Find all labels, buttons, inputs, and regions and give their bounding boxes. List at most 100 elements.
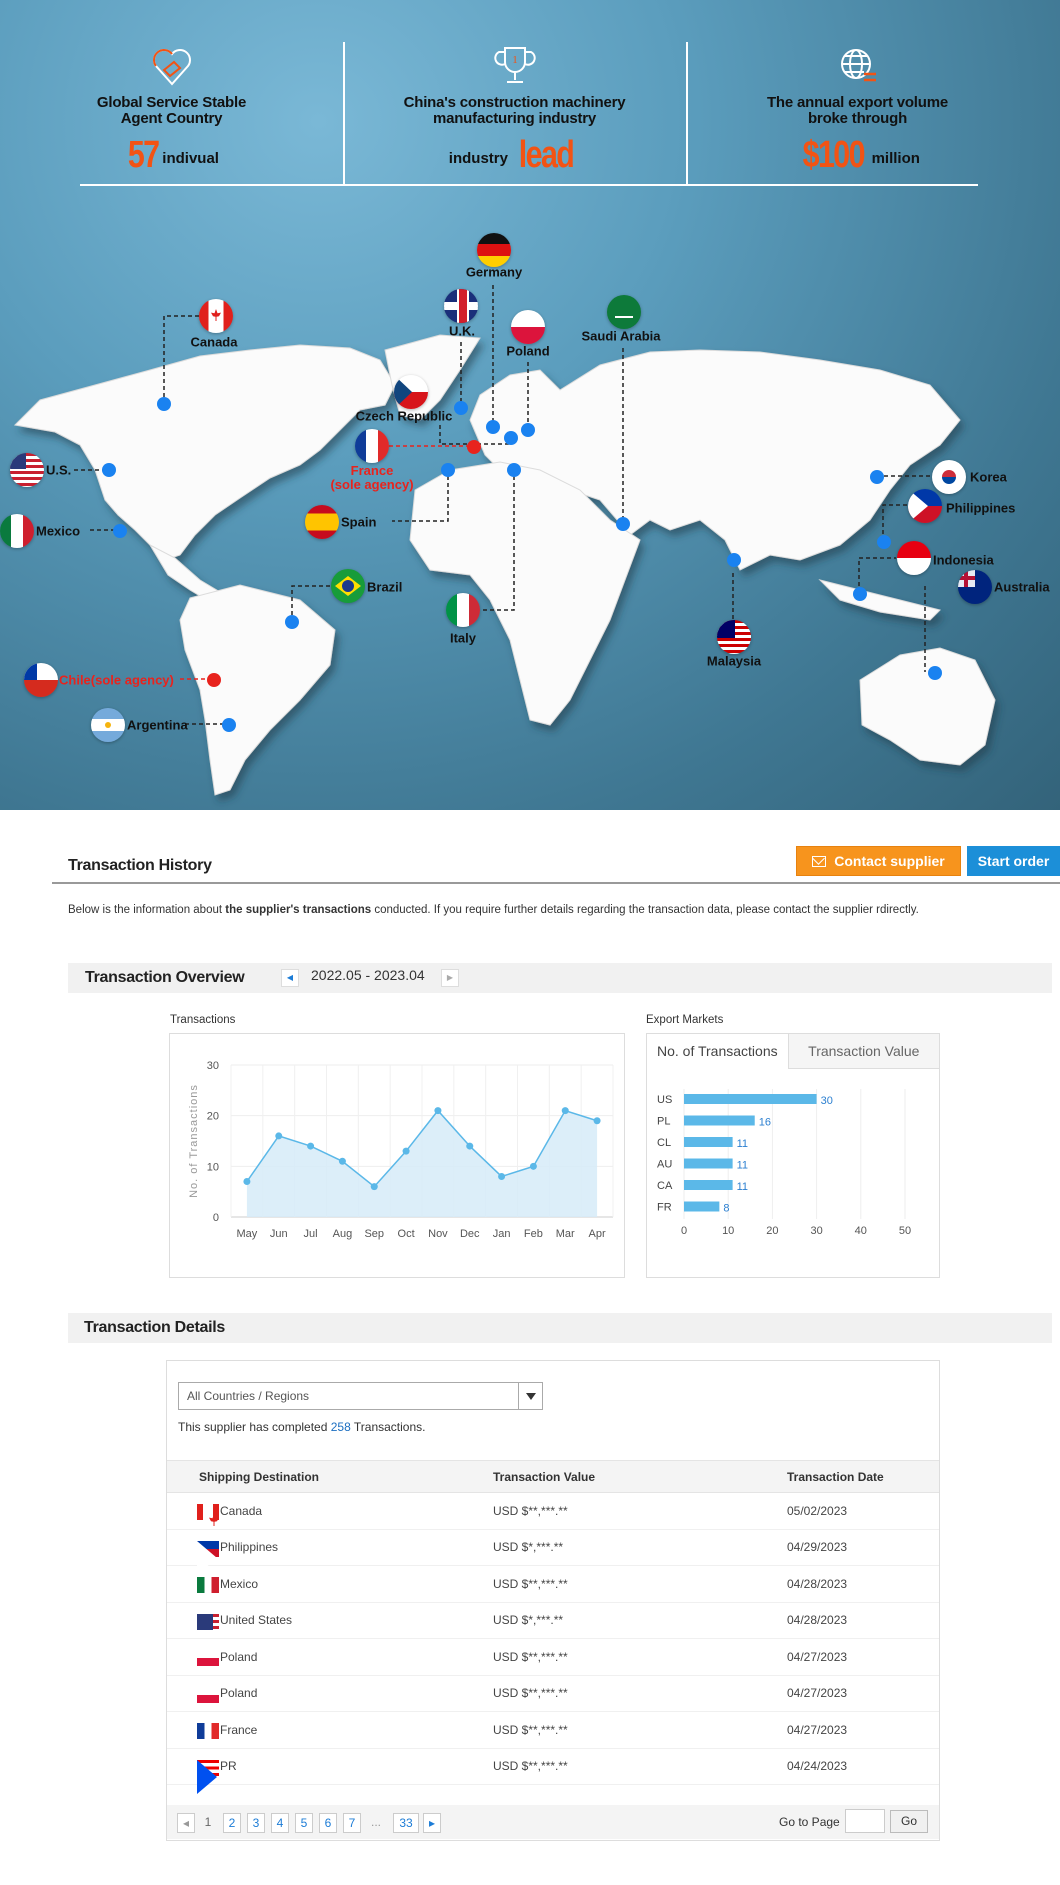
transaction-count-text: This supplier has completed 258 Transact…	[178, 1420, 425, 1434]
marker-label-australia: Australia	[994, 579, 1050, 595]
page-button[interactable]: 2	[223, 1813, 241, 1833]
table-row: Mexico USD $**,***.** 04/28/2023	[167, 1566, 939, 1603]
flag-indonesia-icon	[897, 541, 931, 575]
flag-argentina-icon	[91, 708, 125, 742]
marker-label-chile: Chile(sole agency)	[59, 672, 174, 688]
data-point	[307, 1142, 315, 1150]
x-tick-label: Feb	[524, 1228, 543, 1240]
location-dot-poland	[521, 423, 535, 437]
column-header-date: Transaction Date	[787, 1469, 884, 1484]
export-markets-box: No. of Transactions Transaction Value 01…	[646, 1033, 940, 1278]
data-point	[434, 1107, 442, 1115]
chevron-down-icon[interactable]	[518, 1383, 542, 1409]
table-row: Canada USD $**,***.** 05/02/2023	[167, 1493, 939, 1530]
location-dot-uk	[454, 401, 468, 415]
x-tick-label: Jan	[493, 1228, 511, 1240]
go-button[interactable]: Go	[890, 1810, 928, 1833]
marker-label-philippines: Philippines	[946, 500, 1016, 516]
marker-label-france-note: (sole agency)	[330, 477, 414, 492]
stat-number: $100	[802, 134, 866, 176]
marker-label-korea: Korea	[970, 469, 1007, 485]
x-tick-label: May	[237, 1228, 258, 1240]
flag-mx-icon	[197, 1577, 219, 1593]
page-button[interactable]: 7	[343, 1813, 361, 1833]
page-button[interactable]: 5	[295, 1813, 313, 1833]
go-to-page-input[interactable]	[845, 1809, 885, 1833]
x-tick-label: Jun	[270, 1228, 288, 1240]
location-dot-malaysia	[727, 553, 741, 567]
data-point	[498, 1172, 506, 1180]
flag-ca-icon	[197, 1504, 219, 1520]
flag-philippines-icon	[908, 489, 942, 523]
location-dot-korea	[870, 470, 884, 484]
flag-germany-icon	[477, 233, 511, 267]
flag-brazil-icon	[331, 569, 365, 603]
prev-page-button[interactable]: ◂	[177, 1813, 195, 1833]
cell-value: USD $**,***.**	[493, 1649, 568, 1664]
data-point	[593, 1117, 601, 1125]
flag-uk-icon	[444, 289, 478, 323]
globe-exchange-icon	[840, 49, 876, 82]
table-header: Shipping Destination Transaction Value T…	[167, 1460, 939, 1493]
country-region-select[interactable]: All Countries / Regions	[178, 1382, 543, 1410]
cell-destination: Poland	[220, 1649, 258, 1664]
cell-date: 05/02/2023	[787, 1503, 848, 1518]
page-ellipsis: ...	[371, 1815, 382, 1829]
stat-title: The annual export volume	[766, 94, 949, 111]
cell-value: USD $*,***.**	[493, 1613, 564, 1628]
cell-destination: Mexico	[220, 1576, 259, 1591]
marker-label-brazil: Brazil	[367, 579, 403, 595]
description-part: Below is the information about	[68, 904, 226, 916]
prev-period-button[interactable]: ◀	[281, 969, 299, 987]
data-label: 11	[737, 1160, 748, 1172]
x-tick-label: 10	[722, 1225, 734, 1237]
marker-label-france: France (sole agency)	[330, 464, 413, 492]
flag-pl-icon	[197, 1686, 219, 1703]
stat-export-volume: The annual export volume broke through $1…	[686, 40, 1029, 185]
cell-date: 04/28/2023	[787, 1613, 848, 1628]
x-tick-label: 40	[855, 1225, 867, 1237]
x-tick-label: Sep	[364, 1228, 384, 1240]
x-tick-label: 20	[766, 1225, 778, 1237]
x-tick-label: Dec	[460, 1228, 480, 1240]
count-text: Transactions.	[350, 1420, 426, 1434]
data-label: 11	[737, 1138, 748, 1150]
y-axis-label: No. of Transactions	[188, 1084, 200, 1198]
stat-unit: industry	[448, 150, 508, 167]
cell-date: 04/27/2023	[787, 1649, 848, 1664]
flag-chile-icon	[24, 663, 58, 697]
transaction-details-bar: Transaction Details	[68, 1313, 1052, 1343]
flag-saudi-arabia-icon	[607, 295, 641, 329]
table-row: PR USD $**,***.** 04/24/2023	[167, 1749, 939, 1794]
next-period-button[interactable]: ▶	[441, 969, 459, 987]
start-order-button[interactable]: Start order	[967, 846, 1060, 876]
marker-label-france-name: France	[350, 463, 394, 478]
marker-label-czech-republic: Czech Republic	[355, 408, 453, 424]
flag-fr-icon	[197, 1723, 219, 1739]
count-text: This supplier has completed	[178, 1420, 331, 1434]
section-title-transaction-details: Transaction Details	[84, 1319, 226, 1336]
page-button[interactable]: 6	[319, 1813, 337, 1833]
go-to-page-label: Go to Page	[779, 1815, 840, 1829]
stat-title: Agent Country	[120, 110, 223, 127]
handshake-heart-icon	[152, 49, 191, 86]
x-tick-label: Mar	[556, 1228, 575, 1240]
flag-canada-icon	[199, 299, 233, 333]
page-button[interactable]: 3	[247, 1813, 265, 1833]
transactions-chart-box: 0 10 20 30 May Jun Jul Aug Sep Oct Nov Dec Jan Feb Mar…	[169, 1033, 625, 1278]
next-page-button[interactable]: ▸	[423, 1813, 441, 1833]
marker-label-saudi-arabia: Saudi Arabia	[581, 328, 661, 344]
australia	[859, 647, 996, 766]
contact-supplier-button[interactable]: Contact supplier	[796, 846, 961, 876]
data-point	[275, 1132, 283, 1140]
table-row: Philippines USD $*,***.** 04/29/2023	[167, 1530, 939, 1575]
flag-spain-icon	[305, 505, 339, 539]
data-point	[243, 1178, 251, 1186]
stat-industry-lead: 1 China's construction machinery manufact…	[343, 40, 686, 185]
page-button[interactable]: 4	[271, 1813, 289, 1833]
transactions-chart-label: Transactions	[170, 1014, 236, 1026]
page-button-last[interactable]: 33	[393, 1813, 419, 1833]
location-dot-italy	[507, 463, 521, 477]
stat-title: broke through	[807, 110, 908, 127]
data-point	[338, 1157, 346, 1165]
